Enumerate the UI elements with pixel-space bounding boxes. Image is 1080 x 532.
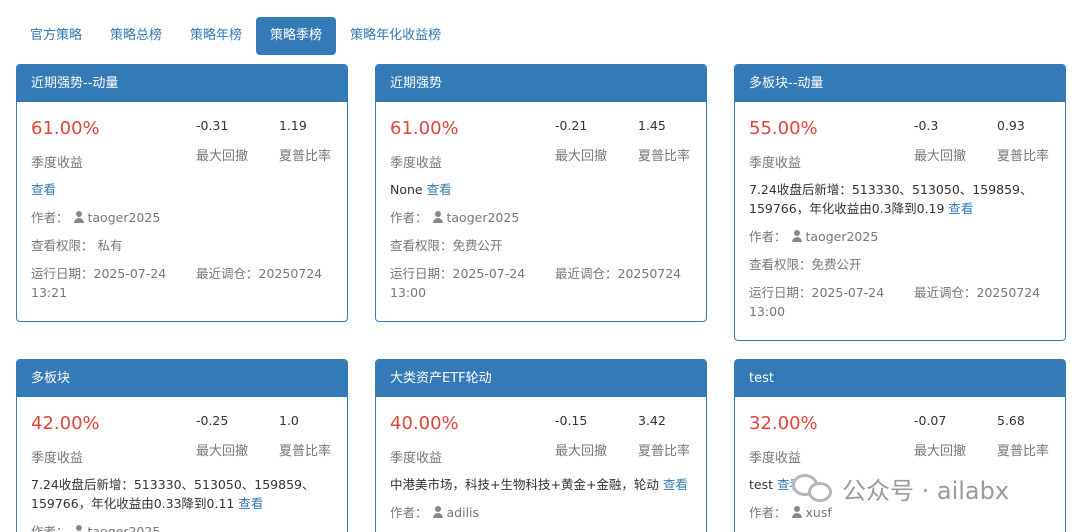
description: None 查看: [390, 182, 452, 197]
sharpe-value: 1.45: [638, 118, 666, 133]
author-name: taoger2025: [805, 229, 879, 244]
season-return-label: 季度收益: [31, 156, 84, 171]
tab-overall[interactable]: 策略总榜: [96, 17, 176, 55]
season-return-value: 32.00%: [749, 413, 818, 434]
wechat-watermark: 公众号 · ailabx: [792, 468, 1009, 508]
run-date: 2025-07-24: [93, 266, 167, 281]
season-return-label: 季度收益: [390, 156, 443, 171]
permission-row: 查看权限：免费公开: [749, 257, 862, 272]
run-time: 13:00: [749, 304, 786, 319]
watermark-text: 公众号 · ailabx: [842, 476, 1010, 505]
season-return-value: 61.00%: [31, 118, 100, 139]
author-row: 作者： taoger2025: [749, 229, 879, 244]
sharpe-label: 夏普比率: [638, 444, 691, 459]
max-drawdown-value: -0.15: [555, 413, 588, 428]
max-drawdown-label: 最大回撤: [555, 149, 608, 164]
max-drawdown-label: 最大回撤: [196, 149, 249, 164]
sharpe-value: 5.68: [997, 413, 1025, 428]
view-link[interactable]: 查看: [238, 496, 263, 511]
recent-rebalance: 20250724: [258, 266, 323, 281]
max-drawdown-label: 最大回撤: [555, 444, 608, 459]
season-return-value: 42.00%: [31, 413, 100, 434]
season-return-value: 61.00%: [390, 118, 459, 139]
max-drawdown-value: -0.3: [914, 118, 939, 133]
season-return-label: 季度收益: [749, 156, 802, 171]
sharpe-value: 1.0: [279, 413, 299, 428]
strategy-card: 大类资产ETF轮动 40.00% 季度收益 -0.15 最大回撤 3.42 夏普…: [375, 359, 707, 532]
max-drawdown-value: -0.25: [196, 413, 229, 428]
author-name: taoger2025: [87, 524, 161, 532]
max-drawdown-label: 最大回撤: [196, 444, 249, 459]
card-title: 多板块: [17, 360, 347, 397]
author-row: 作者： taoger2025: [390, 210, 520, 225]
user-icon: [73, 211, 85, 223]
user-icon: [432, 211, 444, 223]
sharpe-label: 夏普比率: [279, 149, 332, 164]
strategy-card: 多板块 42.00% 季度收益 -0.25 最大回撤 1.0 夏普比率 7.24…: [16, 359, 348, 532]
max-drawdown-value: -0.31: [196, 118, 229, 133]
max-drawdown-label: 最大回撤: [914, 149, 967, 164]
card-title: 大类资产ETF轮动: [376, 360, 706, 397]
permission-row: 查看权限： 私有: [31, 238, 123, 253]
user-icon: [432, 506, 444, 518]
author-name: taoger2025: [87, 210, 161, 225]
card-title: 近期强势: [376, 65, 706, 102]
max-drawdown-value: -0.21: [555, 118, 588, 133]
card-title: 多板块--动量: [735, 65, 1065, 102]
view-link[interactable]: 查看: [31, 182, 56, 197]
strategy-tabs: 官方策略 策略总榜 策略年榜 策略季榜 策略年化收益榜: [16, 17, 455, 55]
recent-rebalance: 20250724: [976, 285, 1041, 300]
user-icon: [73, 525, 85, 532]
author-row: 作者： adilis: [390, 505, 480, 520]
view-link[interactable]: 查看: [663, 477, 688, 492]
date-row: 运行日期：2025-07-24 13:00 最近调仓：20250724: [390, 266, 682, 300]
permission-value: 免费公开: [452, 238, 503, 253]
run-date: 2025-07-24: [811, 285, 885, 300]
sharpe-label: 夏普比率: [997, 444, 1050, 459]
permission-value: 免费公开: [811, 257, 862, 272]
sharpe-value: 3.42: [638, 413, 666, 428]
author-row: 作者： taoger2025: [31, 210, 161, 225]
view-link[interactable]: 查看: [427, 182, 452, 197]
description: 中港美市场，科技+生物科技+黄金+金融，轮动 查看: [390, 477, 688, 492]
run-date: 2025-07-24: [452, 266, 526, 281]
season-return-value: 55.00%: [749, 118, 818, 139]
tab-annualized-return[interactable]: 策略年化收益榜: [336, 17, 455, 55]
user-icon: [791, 230, 803, 242]
permission-row: 查看权限：免费公开: [390, 238, 503, 253]
author-name: taoger2025: [446, 210, 520, 225]
wechat-logo-icon: [792, 472, 836, 504]
season-return-label: 季度收益: [749, 451, 802, 466]
author-row: 作者： taoger2025: [31, 522, 333, 532]
max-drawdown-value: -0.07: [914, 413, 947, 428]
tab-yearly[interactable]: 策略年榜: [176, 17, 256, 55]
card-title: test: [735, 360, 1065, 397]
strategy-card: 近期强势 61.00% 季度收益 -0.21 最大回撤 1.45 夏普比率 No…: [375, 64, 707, 322]
description: 查看: [31, 180, 333, 199]
strategy-card: 多板块--动量 55.00% 季度收益 -0.3 最大回撤 0.93 夏普比率 …: [734, 64, 1066, 341]
author-name: adilis: [446, 505, 480, 520]
date-row: 运行日期：2025-07-24 13:00 最近调仓：20250724: [749, 285, 1041, 319]
card-title: 近期强势--动量: [17, 65, 347, 102]
sharpe-label: 夏普比率: [997, 149, 1050, 164]
sharpe-label: 夏普比率: [638, 149, 691, 164]
sharpe-value: 0.93: [997, 118, 1025, 133]
max-drawdown-label: 最大回撤: [914, 444, 967, 459]
tab-official[interactable]: 官方策略: [16, 17, 96, 55]
season-return-label: 季度收益: [31, 451, 84, 466]
run-time: 13:00: [390, 285, 427, 300]
view-link[interactable]: 查看: [948, 201, 973, 216]
tab-seasonal[interactable]: 策略季榜: [256, 17, 337, 55]
season-return-value: 40.00%: [390, 413, 459, 434]
season-return-label: 季度收益: [390, 451, 443, 466]
recent-rebalance: 20250724: [617, 266, 682, 281]
description: 7.24收盘后新增：513330、513050、159859、 159766，年化…: [31, 477, 315, 511]
sharpe-label: 夏普比率: [279, 444, 332, 459]
run-time: 13:21: [31, 285, 68, 300]
permission-value: 私有: [97, 238, 123, 253]
date-row: 运行日期：2025-07-24 13:21 最近调仓：20250724: [31, 266, 323, 300]
description: 7.24收盘后新增：513330、513050、159859、 159766，年化…: [749, 182, 1033, 216]
sharpe-value: 1.19: [279, 118, 307, 133]
strategy-card: 近期强势--动量 61.00% 季度收益 -0.31 最大回撤 1.19 夏普比…: [16, 64, 348, 322]
